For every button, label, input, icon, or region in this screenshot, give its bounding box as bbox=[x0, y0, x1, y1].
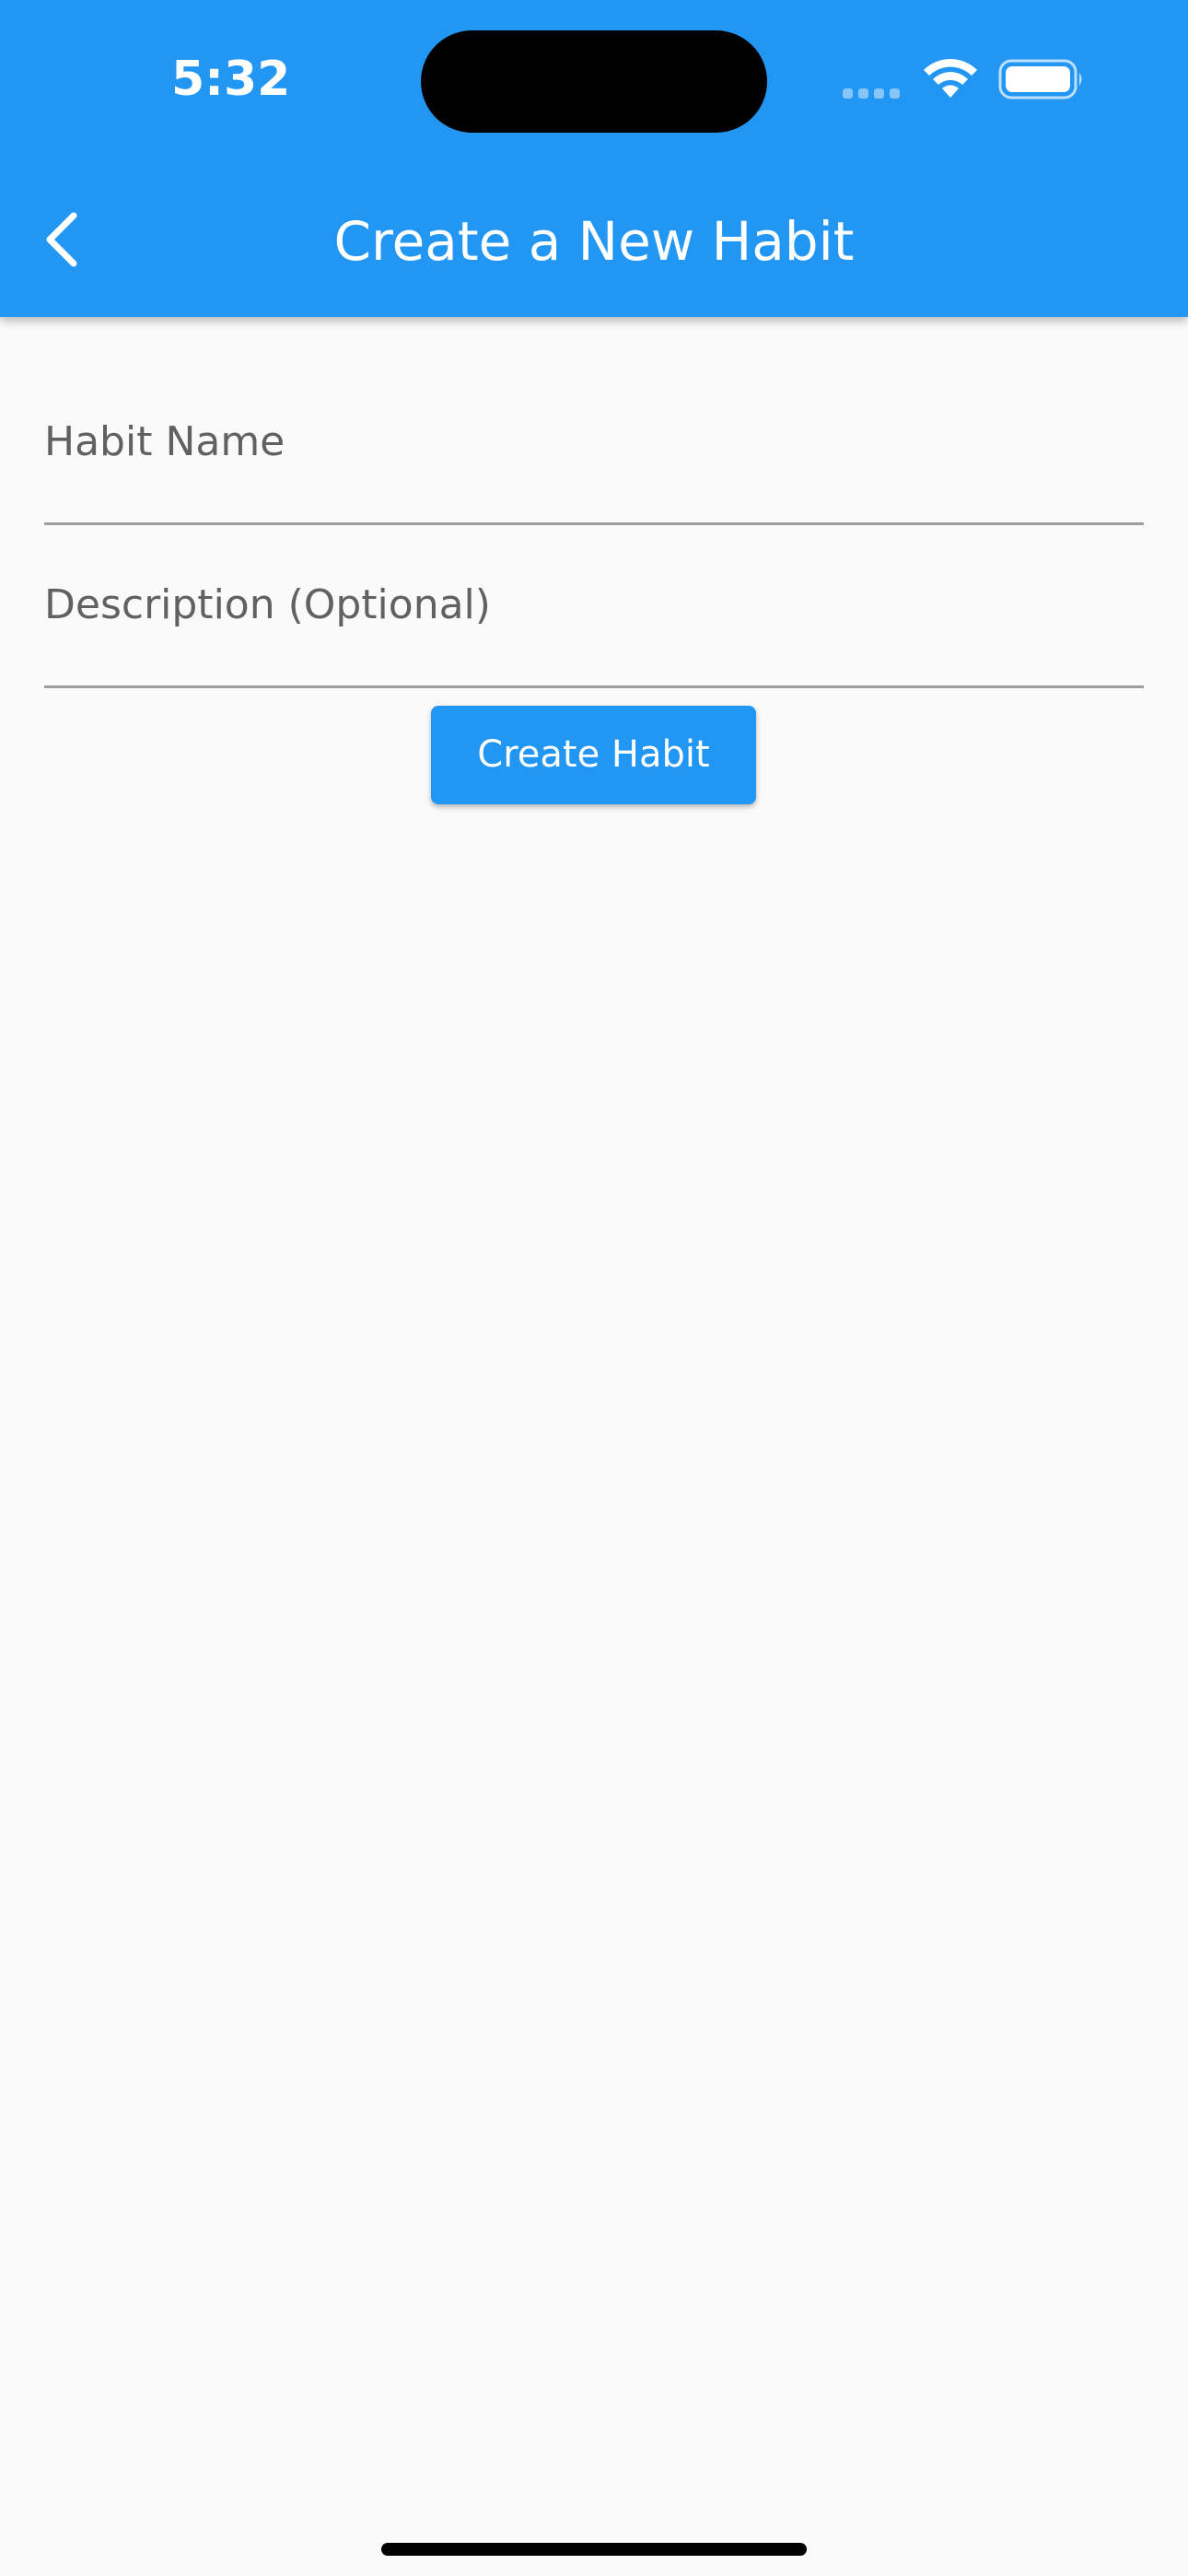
create-habit-button[interactable]: Create Habit bbox=[431, 706, 756, 804]
home-indicator bbox=[381, 2543, 807, 2556]
status-time: 5:32 bbox=[171, 52, 291, 107]
habit-name-input[interactable] bbox=[44, 396, 1147, 524]
habit-name-field[interactable]: Habit Name bbox=[44, 396, 1147, 525]
wifi-icon bbox=[924, 58, 977, 98]
description-input[interactable] bbox=[44, 559, 1147, 687]
dynamic-island bbox=[421, 30, 767, 133]
battery-icon bbox=[998, 59, 1082, 100]
page-title: Create a New Habit bbox=[333, 210, 855, 273]
cellular-signal-icon bbox=[843, 86, 903, 99]
app-bar: 5:32 Create a New Habit bbox=[0, 0, 1188, 317]
description-field[interactable]: Description (Optional) bbox=[44, 559, 1147, 688]
